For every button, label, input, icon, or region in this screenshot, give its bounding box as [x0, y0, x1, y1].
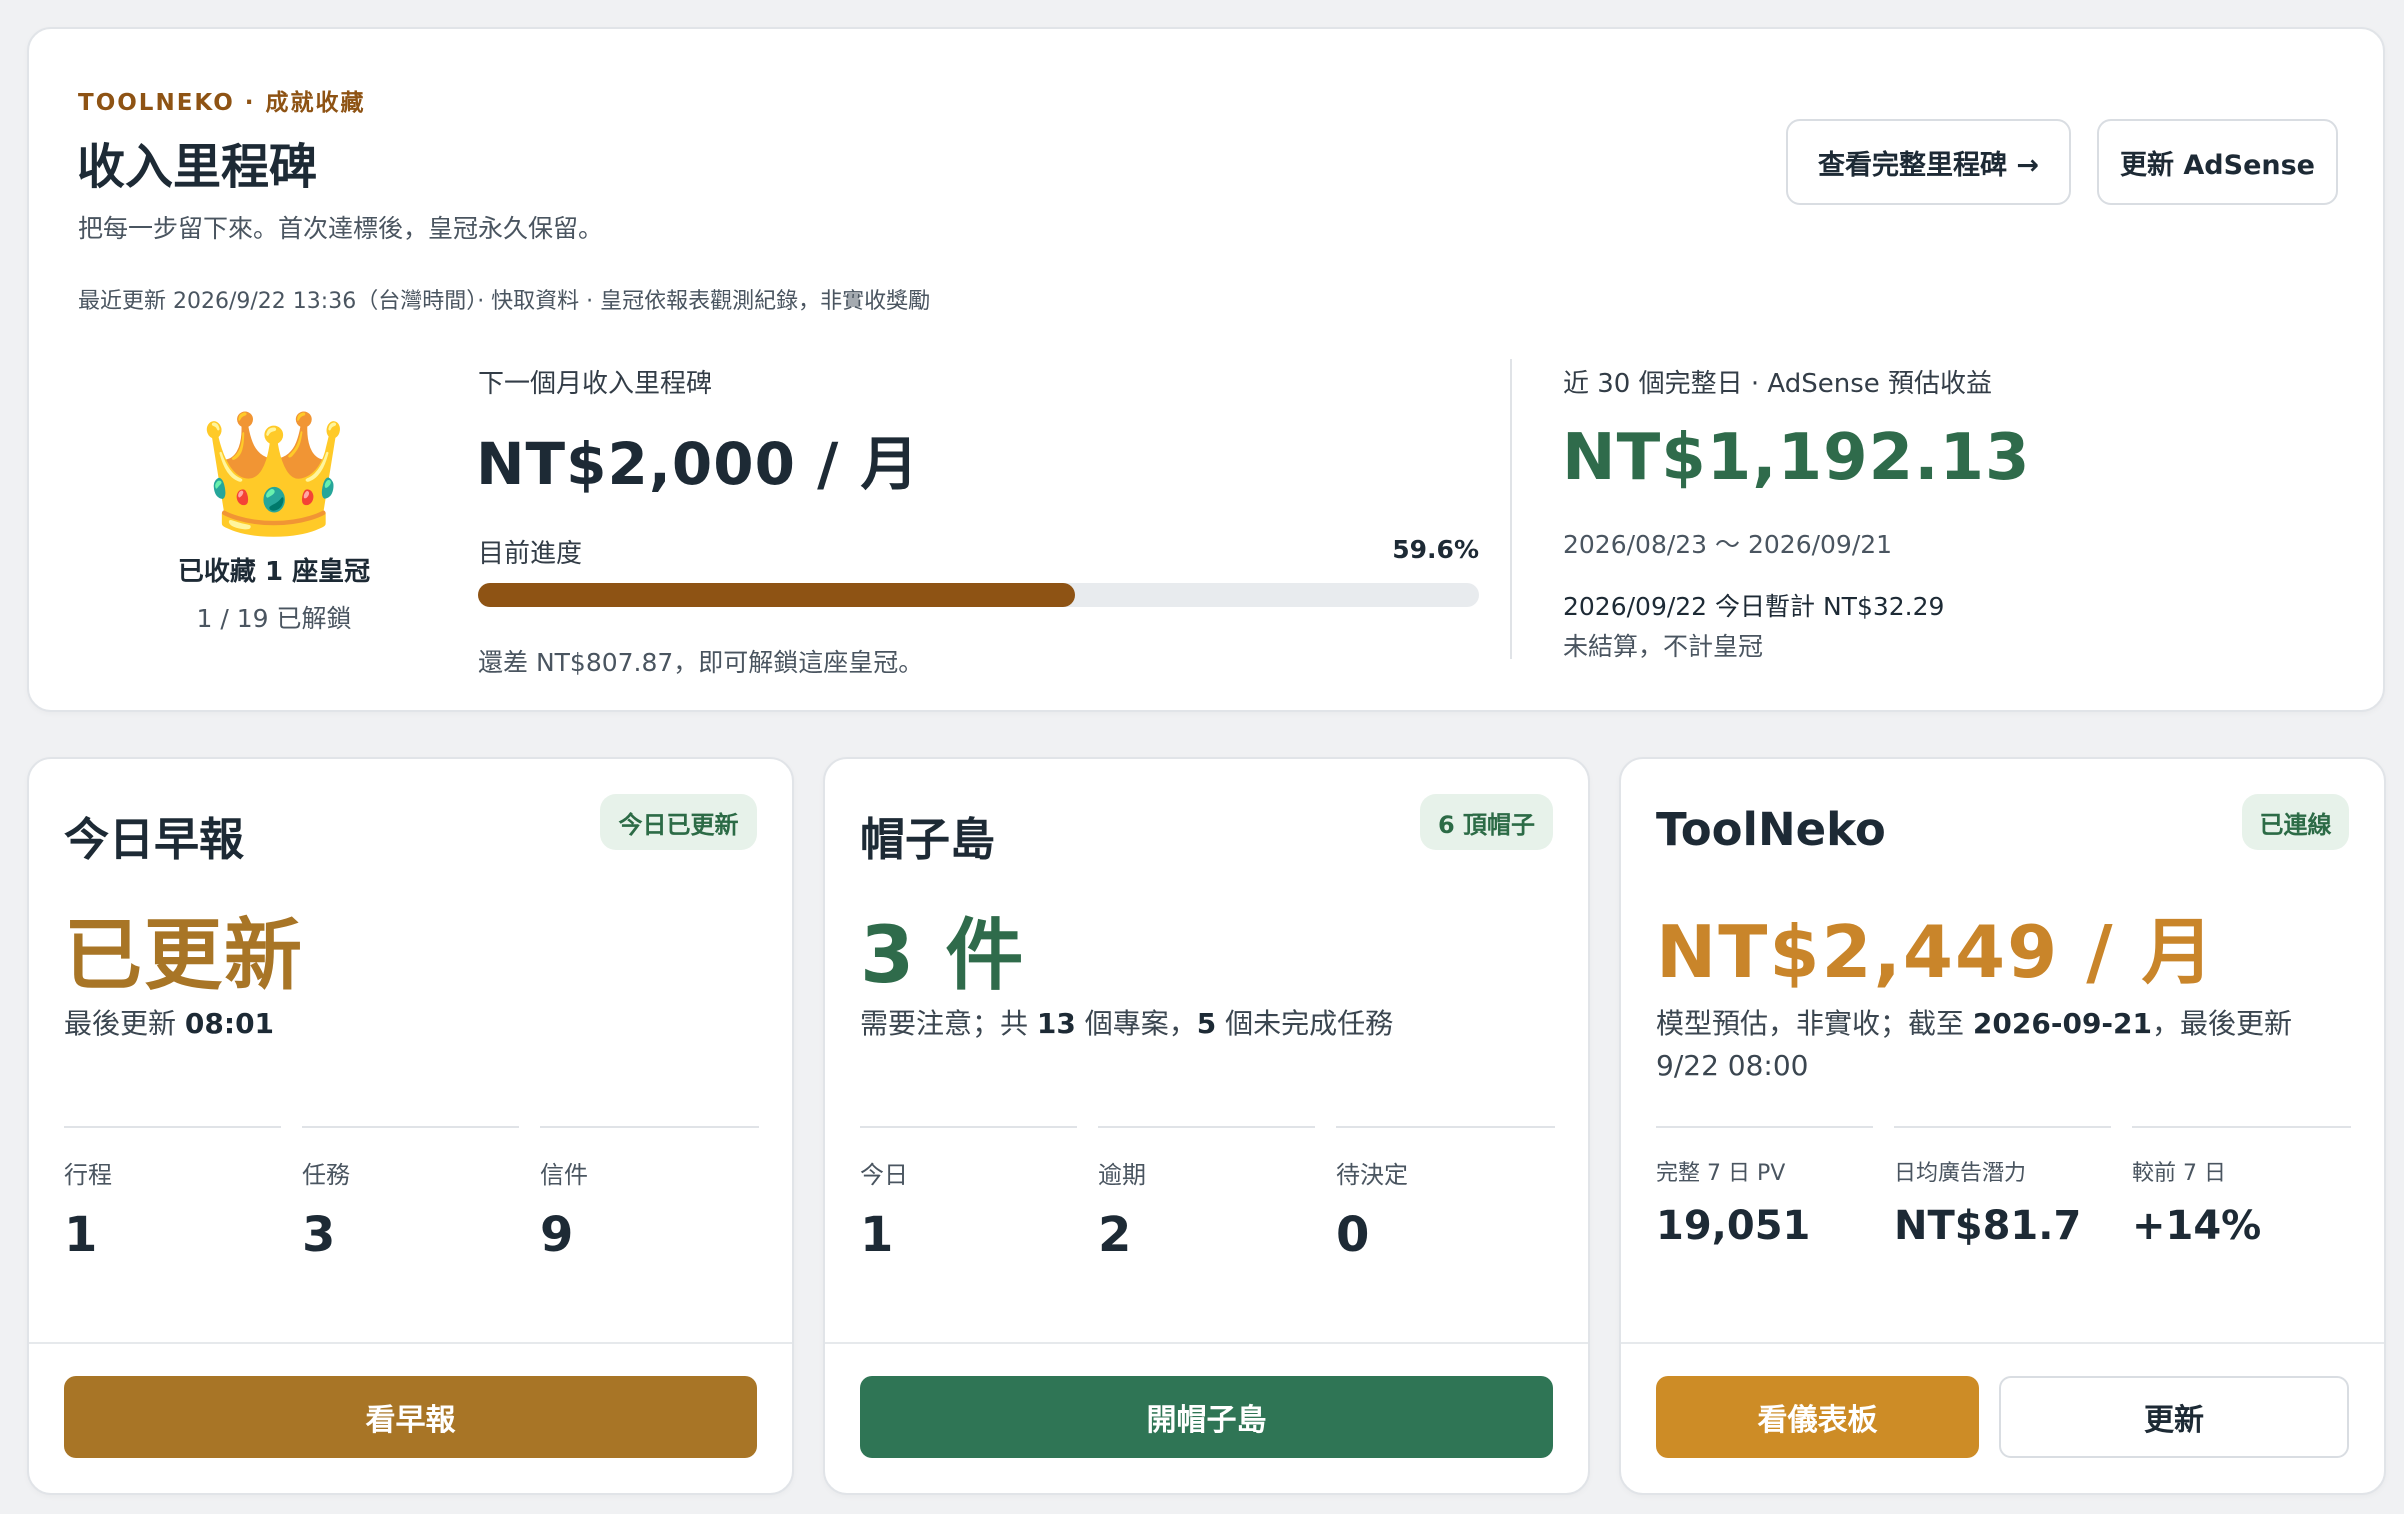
stat-label-change: 較前 7 日	[2132, 1161, 2226, 1186]
card-footer-divider	[1621, 1342, 2384, 1344]
earnings-label: 近 30 個完整日 · AdSense 預估收益	[1563, 369, 1993, 399]
card-description: 模型預估，非實收；截至 2026-09-21，最後更新 9/22 08:00	[1656, 1003, 2316, 1087]
card-footer-divider	[825, 1342, 1588, 1344]
progress-label: 目前進度	[478, 539, 583, 569]
stat-label-ad-potential: 日均廣告潛力	[1894, 1161, 2027, 1186]
card-title: ToolNeko	[1656, 803, 1886, 856]
desc-project-count: 13	[1036, 1007, 1076, 1040]
status-badge: 今日已更新	[600, 794, 757, 850]
eyebrow: TOOLNEKO · 成就收藏	[78, 83, 366, 117]
card-big-status: NT$2,449 / 月	[1656, 910, 2216, 994]
stat-divider	[2132, 1126, 2351, 1128]
desc-date: 2026-09-21	[1972, 1007, 2153, 1040]
crown-icon: 👑	[199, 404, 349, 543]
card-description: 需要注意；共 13 個專案，5 個未完成任務	[860, 1003, 1393, 1045]
stat-divider	[540, 1126, 759, 1128]
progress-bar-track	[478, 583, 1479, 607]
stat-divider	[860, 1126, 1077, 1128]
stat-label-mail: 信件	[540, 1161, 588, 1189]
toolneko-card: ToolNeko 已連線 NT$2,449 / 月 模型預估，非實收；截至 20…	[1619, 757, 2386, 1495]
page-subtitle: 把每一步留下來。首次達標後，皇冠永久保留。	[78, 214, 604, 243]
card-title: 帽子島	[860, 813, 996, 866]
hat-count-badge: 6 頂帽子	[1420, 794, 1553, 850]
next-milestone-target: NT$2,000 / 月	[476, 430, 920, 498]
view-briefing-button[interactable]: 看早報	[64, 1376, 757, 1458]
stat-label-pending: 待決定	[1336, 1161, 1408, 1189]
stat-value-schedule: 1	[64, 1207, 98, 1263]
stat-divider	[1656, 1126, 1873, 1128]
milestone-card: TOOLNEKO · 成就收藏 收入里程碑 把每一步留下來。首次達標後，皇冠永久…	[27, 27, 2385, 712]
connection-badge: 已連線	[2242, 794, 2349, 850]
stat-value-overdue: 2	[1098, 1207, 1132, 1263]
earnings-today: 2026/09/22 今日暫計 NT$32.29	[1563, 592, 1945, 621]
eyebrow-label: 成就收藏	[265, 90, 366, 116]
stat-value-change: +14%	[2132, 1203, 2262, 1249]
update-meta: 最近更新 2026/9/22 13:36（台灣時間）· 快取資料 · 皇冠依報表…	[78, 289, 931, 314]
stat-label-overdue: 逾期	[1098, 1161, 1146, 1189]
progress-remaining: 還差 NT$807.87，即可解鎖這座皇冠。	[478, 648, 924, 677]
eyebrow-separator: ·	[234, 90, 266, 116]
stat-divider	[1894, 1126, 2111, 1128]
stat-label-tasks: 任務	[302, 1161, 350, 1189]
stat-divider	[302, 1126, 519, 1128]
stat-divider	[1098, 1126, 1315, 1128]
desc-part: 模型預估，非實收；截至	[1656, 1007, 1973, 1040]
earnings-range: 2026/08/23 ～ 2026/09/21	[1563, 530, 1893, 559]
desc-part: 個專案，	[1075, 1007, 1197, 1040]
desc-prefix: 最後更新	[64, 1007, 185, 1040]
card-big-status: 3 件	[860, 911, 1026, 1001]
stat-label-pv: 完整 7 日 PV	[1656, 1161, 1786, 1186]
page-title: 收入里程碑	[77, 139, 318, 195]
briefing-card: 今日早報 今日已更新 已更新 最後更新 08:01 行程 任務 信件 1 3 9…	[27, 757, 794, 1495]
desc-time: 08:01	[184, 1007, 275, 1040]
stat-value-tasks: 3	[302, 1207, 336, 1263]
earnings-note: 未結算，不計皇冠	[1563, 632, 1764, 661]
desc-part: 個未完成任務	[1216, 1007, 1394, 1040]
stat-value-pv: 19,051	[1656, 1203, 1811, 1249]
refresh-adsense-button[interactable]: 更新 AdSense	[2097, 119, 2338, 205]
stat-value-ad-potential: NT$81.7	[1894, 1203, 2082, 1249]
desc-part: 需要注意；共	[860, 1007, 1037, 1040]
stat-label-schedule: 行程	[64, 1161, 112, 1189]
open-hat-island-button[interactable]: 開帽子島	[860, 1376, 1553, 1458]
earnings-amount: NT$1,192.13	[1562, 421, 2031, 495]
crowns-collected: 已收藏 1 座皇冠	[177, 557, 371, 587]
crowns-unlocked: 1 / 19 已解鎖	[196, 604, 352, 633]
stat-divider	[1336, 1126, 1555, 1128]
hat-island-card: 帽子島 6 頂帽子 3 件 需要注意；共 13 個專案，5 個未完成任務 今日 …	[823, 757, 1590, 1495]
vertical-divider	[1510, 359, 1512, 659]
next-milestone-label: 下一個月收入里程碑	[478, 369, 713, 399]
card-description: 最後更新 08:01	[64, 1003, 274, 1045]
stat-value-pending: 0	[1336, 1207, 1370, 1263]
card-footer-divider	[29, 1342, 792, 1344]
stat-value-today: 1	[860, 1207, 894, 1263]
refresh-button[interactable]: 更新	[1999, 1376, 2349, 1458]
stat-label-today: 今日	[860, 1161, 908, 1189]
card-title: 今日早報	[64, 813, 245, 866]
desc-task-count: 5	[1196, 1007, 1217, 1040]
view-full-milestones-button[interactable]: 查看完整里程碑 →	[1786, 119, 2071, 205]
stat-value-mail: 9	[540, 1207, 574, 1263]
view-dashboard-button[interactable]: 看儀表板	[1656, 1376, 1979, 1458]
eyebrow-brand: TOOLNEKO	[78, 90, 235, 116]
progress-bar-fill	[478, 583, 1075, 607]
progress-percent: 59.6%	[1392, 535, 1479, 564]
card-big-status: 已更新	[64, 911, 305, 1001]
stat-divider	[64, 1126, 281, 1128]
